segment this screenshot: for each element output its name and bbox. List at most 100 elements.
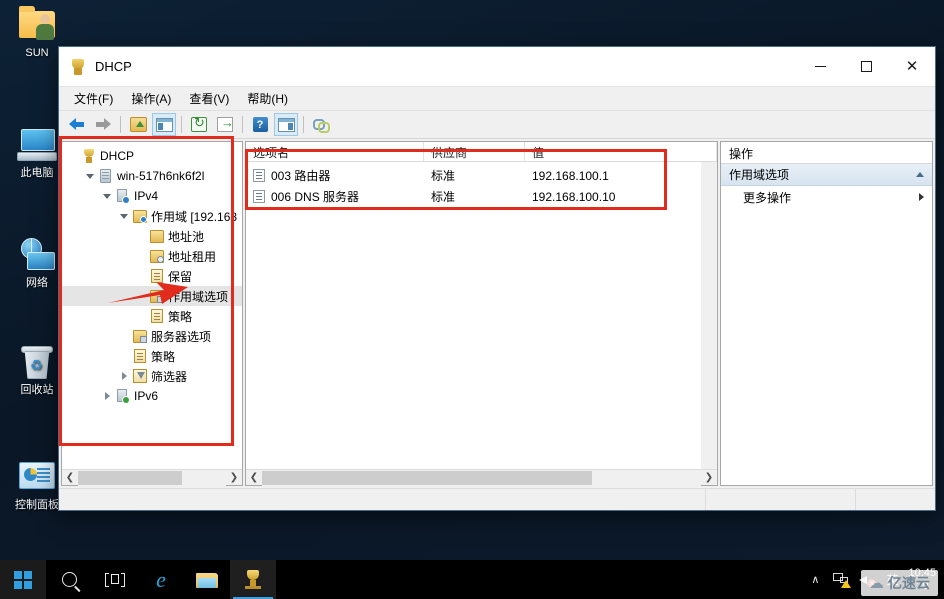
- tree-twisty-icon[interactable]: [100, 392, 114, 400]
- show-hidden-icons-button[interactable]: ∧: [802, 560, 828, 599]
- action-more-actions[interactable]: 更多操作: [721, 186, 932, 208]
- export-list-button[interactable]: [213, 113, 237, 136]
- toolbar-separator: [181, 116, 182, 133]
- up-one-level-button[interactable]: [126, 113, 150, 136]
- tree-item-6[interactable]: 保留: [62, 266, 242, 286]
- tree-item-10[interactable]: 策略: [62, 346, 242, 366]
- menu-bar: 文件(F) 操作(A) 查看(V) 帮助(H): [59, 87, 935, 111]
- watermark: ☁ 亿速云: [861, 570, 938, 596]
- table-row[interactable]: 003 路由器 标准 192.168.100.1: [246, 165, 717, 186]
- scroll-right-button[interactable]: ❯: [226, 470, 242, 486]
- action-pane-icon: [277, 117, 295, 132]
- scroll-left-button[interactable]: ❮: [246, 470, 262, 486]
- tree-item-2[interactable]: IPv4: [62, 186, 242, 206]
- console-tree: DHCP win-517h6nk6f2l IPv4 作用域 [192.168 地址池地址…: [62, 142, 242, 406]
- back-button[interactable]: [65, 113, 89, 136]
- tree-twisty-icon[interactable]: [83, 174, 97, 179]
- cell-vendor: 标准: [431, 169, 456, 183]
- chevron-up-icon[interactable]: [916, 172, 924, 177]
- tree-item-0[interactable]: DHCP: [62, 146, 242, 166]
- dhcp-taskbar-button[interactable]: [230, 560, 276, 599]
- show-hide-tree-button[interactable]: [152, 113, 176, 136]
- tree-twisty-icon[interactable]: [117, 372, 131, 380]
- column-header-vendor[interactable]: 供应商: [424, 142, 525, 161]
- file-explorer-icon: [196, 571, 218, 588]
- address-lease-icon: [148, 249, 165, 263]
- tree-item-9[interactable]: 服务器选项: [62, 326, 242, 346]
- dhcp-window-icon: [69, 58, 87, 76]
- server-options-icon: [131, 329, 148, 343]
- menu-file[interactable]: 文件(F): [65, 89, 122, 109]
- maximize-button[interactable]: [843, 47, 889, 86]
- actions-group-header[interactable]: 作用域选项: [721, 164, 932, 186]
- menu-action[interactable]: 操作(A): [122, 89, 180, 109]
- links-button[interactable]: [309, 113, 333, 136]
- refresh-button[interactable]: [187, 113, 211, 136]
- search-icon: [61, 572, 77, 587]
- column-header-value[interactable]: 值: [525, 142, 717, 161]
- server-icon: [97, 169, 114, 183]
- menu-view[interactable]: 查看(V): [180, 89, 238, 109]
- tree-item-1[interactable]: win-517h6nk6f2l: [62, 166, 242, 186]
- menu-help[interactable]: 帮助(H): [238, 89, 297, 109]
- tree-item-11[interactable]: 筛选器: [62, 366, 242, 386]
- internet-explorer-button[interactable]: e: [138, 560, 184, 599]
- list-scroll-area: 003 路由器 标准 192.168.100.1 006 DNS 服务器 标准 192.1…: [246, 162, 717, 469]
- tree-item-label: IPv6: [134, 389, 159, 403]
- scroll-left-button[interactable]: ❮: [62, 470, 78, 486]
- minimize-button[interactable]: [797, 47, 843, 86]
- task-view-button[interactable]: [92, 560, 138, 599]
- tree-item-7[interactable]: 作用域选项: [62, 286, 242, 306]
- forward-button[interactable]: [91, 113, 115, 136]
- tree-twisty-icon[interactable]: [117, 214, 131, 219]
- title-bar[interactable]: DHCP ✕: [59, 47, 935, 87]
- start-button[interactable]: [0, 560, 46, 599]
- taskbar: e ∧ ✕ 英 10:45 20: [0, 560, 944, 599]
- console-tree-pane: DHCP win-517h6nk6f2l IPv4 作用域 [192.168 地址池地址…: [61, 141, 243, 486]
- network-status-button[interactable]: [828, 560, 854, 599]
- column-header-option-name[interactable]: 选项名: [246, 142, 424, 161]
- tree-horizontal-scrollbar[interactable]: ❮ ❯: [62, 469, 242, 486]
- tree-item-12[interactable]: IPv6: [62, 386, 242, 406]
- scroll-thumb[interactable]: [78, 470, 182, 485]
- cell-vendor: 标准: [431, 190, 456, 204]
- tree-item-label: 筛选器: [151, 369, 188, 384]
- search-button[interactable]: [46, 560, 92, 599]
- tree-item-5[interactable]: 地址租用: [62, 246, 242, 266]
- cloud-icon: ☁: [869, 574, 884, 592]
- status-bar: [59, 488, 935, 510]
- tree-item-label: 地址池: [168, 229, 205, 244]
- option-icon: [253, 190, 265, 203]
- help-button[interactable]: ?: [248, 113, 272, 136]
- list-horizontal-scrollbar[interactable]: ❮ ❯: [246, 469, 717, 486]
- tree-item-4[interactable]: 地址池: [62, 226, 242, 246]
- filter-icon: [131, 369, 148, 383]
- window-body: DHCP win-517h6nk6f2l IPv4 作用域 [192.168 地址池地址…: [59, 139, 935, 488]
- folder-user-icon: [6, 6, 68, 46]
- links-icon: [312, 117, 330, 133]
- chevron-up-icon: ∧: [811, 574, 820, 586]
- tree-item-label: IPv4: [134, 189, 159, 203]
- window-title: DHCP: [95, 59, 132, 74]
- tree-twisty-icon[interactable]: [100, 194, 114, 199]
- list-vertical-scrollbar[interactable]: [701, 162, 717, 469]
- tree-item-3[interactable]: 作用域 [192.168: [62, 206, 242, 226]
- close-button[interactable]: ✕: [889, 47, 935, 86]
- scroll-thumb[interactable]: [262, 470, 592, 485]
- file-explorer-button[interactable]: [184, 560, 230, 599]
- actions-pane-title: 操作: [721, 142, 932, 164]
- scroll-track[interactable]: [262, 469, 701, 486]
- status-segment: [855, 489, 935, 510]
- tree-scroll-area: DHCP win-517h6nk6f2l IPv4 作用域 [192.168 地址池地址…: [62, 142, 242, 469]
- toolbar-separator: [242, 116, 243, 133]
- table-row[interactable]: 006 DNS 服务器 标准 192.168.100.10: [246, 186, 717, 207]
- actions-group-label: 作用域选项: [729, 168, 790, 182]
- scroll-track[interactable]: [78, 469, 226, 486]
- scope-folder-icon: [131, 209, 148, 223]
- tree-item-8[interactable]: 策略: [62, 306, 242, 326]
- window-controls: ✕: [797, 47, 935, 86]
- scroll-right-button[interactable]: ❯: [701, 470, 717, 486]
- address-pool-icon: [148, 229, 165, 243]
- show-hide-action-pane-button[interactable]: [274, 113, 298, 136]
- list-header: 选项名 供应商 值: [246, 142, 717, 162]
